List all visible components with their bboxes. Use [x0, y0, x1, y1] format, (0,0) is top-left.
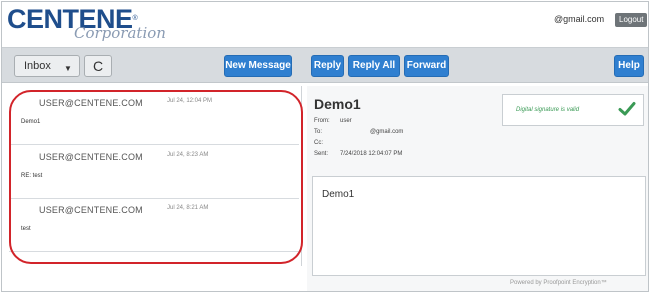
from-label: From:	[314, 118, 330, 124]
message-list: USER@CENTENE.COM Jul 24, 12:04 PM Demo1 …	[9, 86, 302, 266]
to-row: To: @gmail.com	[314, 129, 403, 135]
cc-label: Cc:	[314, 140, 323, 146]
reply-button[interactable]: Reply	[311, 55, 344, 77]
message-body: Demo1	[312, 176, 646, 276]
app-window: CENTENE® Corporation @gmail.com Logout I…	[1, 1, 649, 292]
logout-button[interactable]: Logout	[615, 13, 648, 27]
message-subject: RE: test	[21, 173, 43, 179]
message-title: Demo1	[314, 96, 361, 112]
message-date: Jul 24, 8:21 AM	[167, 205, 209, 211]
cc-row: Cc:	[314, 140, 340, 146]
app-header: CENTENE® Corporation @gmail.com Logout	[2, 2, 648, 46]
signature-status: Digital signature is valid	[502, 94, 644, 126]
message-sender: USER@CENTENE.COM	[39, 205, 143, 215]
inbox-label: Inbox	[24, 60, 51, 72]
sent-row: Sent: 7/24/2018 12:04:07 PM	[314, 151, 402, 157]
message-list-item[interactable]: USER@CENTENE.COM Jul 24, 8:21 AM test	[9, 199, 299, 252]
message-sender: USER@CENTENE.COM	[39, 98, 143, 108]
checkmark-icon	[618, 102, 636, 116]
logo-registered-mark: ®	[132, 15, 138, 22]
forward-button[interactable]: Forward	[404, 55, 449, 77]
reading-pane: Demo1 From: user To: @gmail.com Cc: Sent: 7…	[307, 86, 648, 291]
reply-all-button[interactable]: Reply All	[348, 55, 400, 77]
message-list-item[interactable]: USER@CENTENE.COM Jul 24, 12:04 PM Demo1	[9, 92, 299, 145]
message-date: Jul 24, 8:23 AM	[167, 152, 209, 158]
refresh-icon: C	[92, 58, 104, 74]
message-subject: Demo1	[21, 119, 41, 125]
toolbar: Inbox ▼ C New Message Reply Reply All Fo…	[2, 47, 648, 83]
to-label: To:	[314, 129, 323, 135]
caret-down-icon: ▼	[64, 64, 72, 73]
sent-label: Sent:	[314, 151, 329, 157]
user-email: @gmail.com	[554, 14, 605, 24]
new-message-button[interactable]: New Message	[224, 55, 292, 77]
from-value: user	[340, 118, 352, 124]
to-value: @gmail.com	[370, 129, 404, 135]
inbox-folder-dropdown[interactable]: Inbox ▼	[14, 55, 80, 77]
sent-value: 7/24/2018 12:04:07 PM	[340, 151, 403, 157]
powered-by-footer: Powered by Proofpoint Encryption™	[510, 280, 607, 286]
message-list-item[interactable]: USER@CENTENE.COM Jul 24, 8:23 AM RE: tes…	[9, 146, 299, 199]
message-subject: test	[21, 226, 31, 232]
logo-subtitle: Corporation	[74, 24, 166, 42]
refresh-button[interactable]: C	[84, 55, 112, 77]
help-button[interactable]: Help	[614, 55, 644, 77]
message-body-text: Demo1	[322, 189, 355, 200]
message-sender: USER@CENTENE.COM	[39, 152, 143, 162]
signature-text: Digital signature is valid	[516, 107, 580, 113]
from-row: From: user	[314, 118, 352, 124]
message-date: Jul 24, 12:04 PM	[167, 98, 213, 104]
